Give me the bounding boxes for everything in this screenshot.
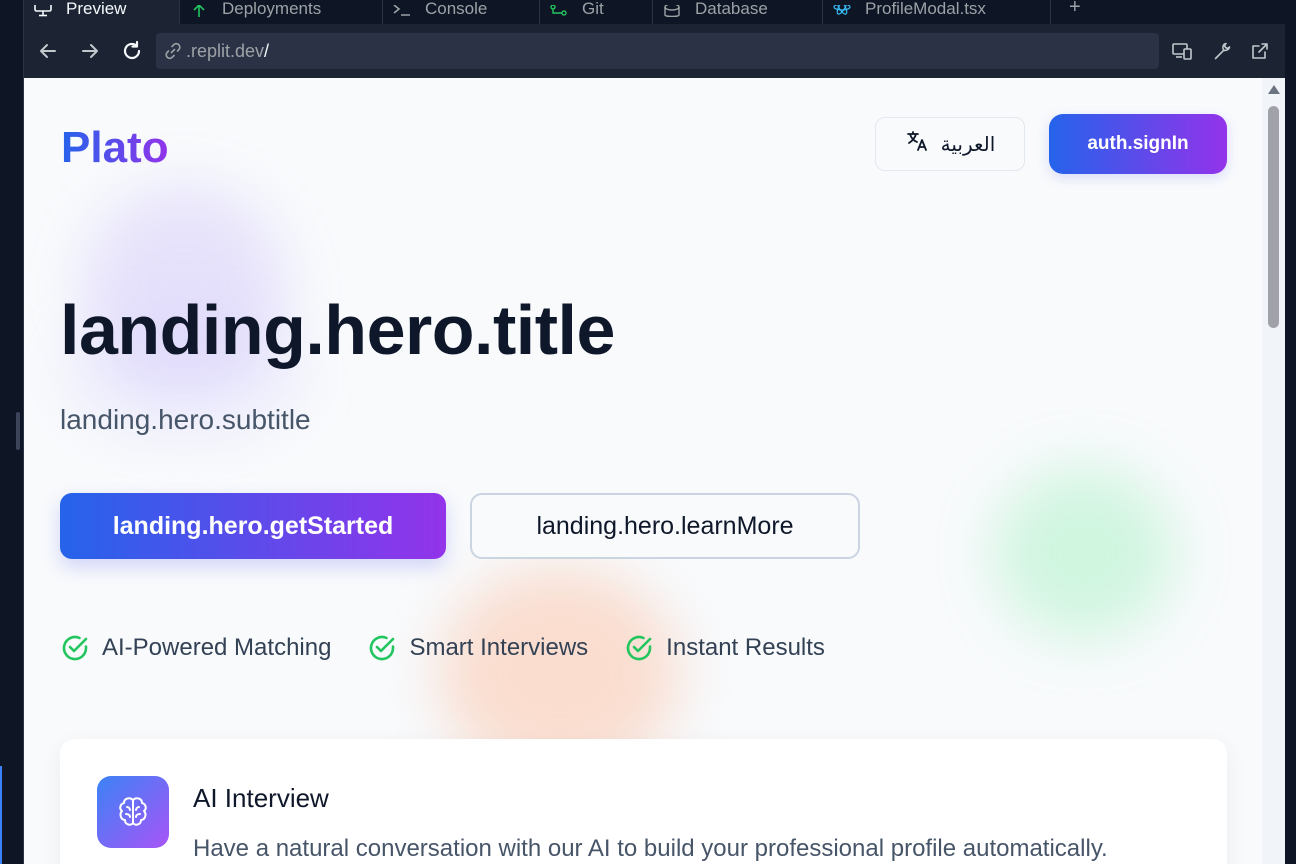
scroll-up-arrow-icon[interactable]	[1268, 85, 1280, 94]
ide-right-gutter	[1285, 0, 1296, 864]
card-description: Have a natural conversation with our AI …	[193, 835, 1108, 862]
decorative-blob	[994, 468, 1174, 638]
tab-deployments[interactable]: Deployments	[180, 0, 383, 24]
deploy-icon	[190, 5, 208, 17]
url-path: /	[264, 40, 270, 61]
ide-left-rail	[0, 0, 24, 864]
hero-title: landing.hero.title	[60, 291, 615, 369]
terminal-icon	[393, 5, 411, 17]
preview-viewport: Plato العربية auth.signIn landing.hero.t…	[24, 78, 1285, 864]
get-started-button[interactable]: landing.hero.getStarted	[60, 493, 446, 559]
refresh-icon[interactable]	[118, 37, 146, 65]
git-icon	[550, 5, 568, 17]
forward-arrow-icon[interactable]	[76, 37, 104, 65]
external-link-icon[interactable]	[1246, 37, 1274, 65]
tab-label: Preview	[66, 0, 127, 18]
monitor-icon	[34, 5, 52, 17]
check-circle-icon	[62, 635, 88, 661]
tab-console[interactable]: Console	[383, 0, 540, 24]
feature-list: AI-Powered Matching Smart Interviews Ins…	[60, 633, 825, 663]
feature-card-ai-interview: AI Interview Have a natural conversation…	[60, 739, 1227, 864]
back-arrow-icon[interactable]	[34, 37, 62, 65]
devices-icon[interactable]	[1168, 37, 1196, 65]
feature-item: Smart Interviews	[367, 633, 588, 663]
check-circle-icon	[370, 635, 395, 661]
ide-tab-bar: Preview Deployments Console Git Database…	[24, 0, 1285, 24]
active-indicator	[0, 766, 2, 864]
brain-icon	[97, 776, 169, 848]
check-circle-icon	[626, 635, 652, 661]
learn-more-button[interactable]: landing.hero.learnMore	[470, 493, 860, 559]
feature-label: Instant Results	[666, 634, 825, 661]
language-label: العربية	[940, 133, 996, 156]
feature-item: Instant Results	[624, 633, 825, 663]
url-host: .replit.dev	[186, 40, 265, 61]
feature-label: Smart Interviews	[409, 634, 589, 661]
database-icon	[663, 5, 681, 17]
translate-icon	[905, 129, 929, 159]
panel-resize-handle[interactable]	[16, 412, 20, 450]
language-toggle-button[interactable]: العربية	[875, 117, 1025, 171]
add-tab-button[interactable]: +	[1051, 0, 1099, 24]
tab-git[interactable]: Git	[540, 0, 653, 24]
app-logo[interactable]: Plato	[61, 122, 169, 174]
card-title: AI Interview	[193, 783, 329, 813]
tab-label: Console	[425, 0, 488, 18]
sign-in-button[interactable]: auth.signIn	[1049, 114, 1227, 174]
tab-label: Git	[582, 0, 604, 18]
tab-label: Deployments	[222, 0, 322, 18]
tab-label: Database	[695, 0, 768, 18]
scrollbar-thumb[interactable]	[1268, 106, 1279, 328]
tab-preview[interactable]: Preview	[24, 0, 180, 24]
react-icon	[833, 5, 851, 17]
url-input[interactable]: .replit.dev /	[156, 33, 1159, 69]
link-icon	[164, 41, 184, 61]
wrench-icon[interactable]	[1208, 37, 1236, 65]
feature-item: AI-Powered Matching	[60, 633, 331, 663]
tab-database[interactable]: Database	[653, 0, 823, 24]
tab-label: ProfileModal.tsx	[865, 0, 986, 18]
tab-profilemodal[interactable]: ProfileModal.tsx	[823, 0, 1051, 24]
hero-subtitle: landing.hero.subtitle	[60, 404, 311, 435]
feature-label: AI-Powered Matching	[102, 634, 332, 661]
preview-url-bar: .replit.dev /	[24, 24, 1285, 78]
preview-scrollbar[interactable]	[1262, 78, 1285, 864]
